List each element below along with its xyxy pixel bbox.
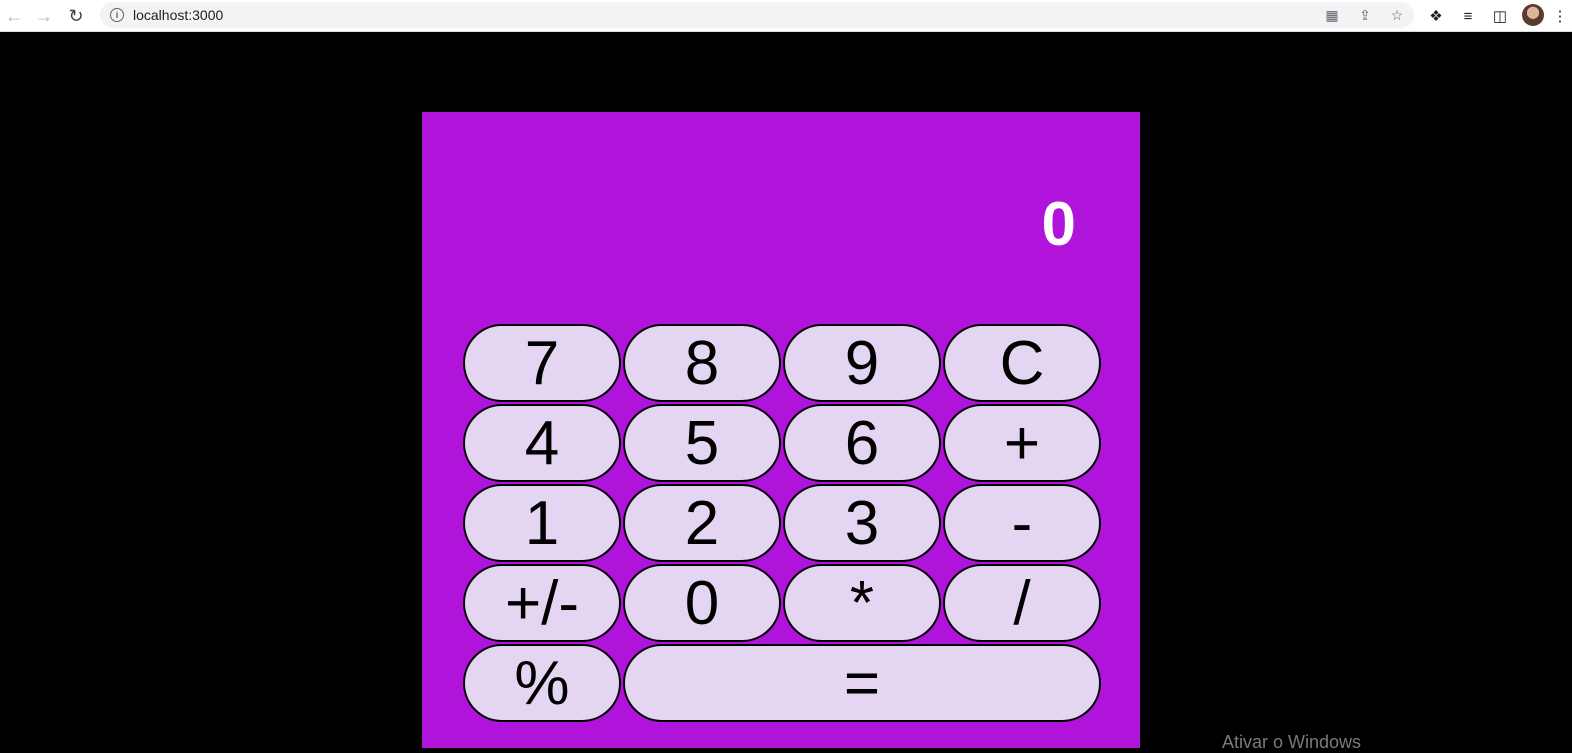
key-9[interactable]: 9 — [783, 324, 941, 402]
url-text[interactable]: localhost:3000 — [133, 7, 223, 23]
key-7[interactable]: 7 — [463, 324, 621, 402]
key-0[interactable]: 0 — [623, 564, 781, 642]
star-icon[interactable]: ☆ — [1387, 5, 1407, 25]
calculator-display: 0 — [1041, 190, 1076, 259]
key-6[interactable]: 6 — [783, 404, 941, 482]
avatar[interactable] — [1522, 4, 1544, 26]
percent-button[interactable]: % — [463, 644, 621, 722]
keypad: 7 8 9 C 4 5 6 +1 2 3- +/- 0 * /% = — [462, 324, 1102, 724]
translate-icon[interactable]: ▦ — [1322, 5, 1342, 25]
reload-icon[interactable]: ↻ — [64, 4, 88, 28]
side-panel-icon[interactable]: ◫ — [1488, 4, 1512, 28]
clear-button[interactable]: C — [943, 324, 1101, 402]
puzzle-icon[interactable]: ❖ — [1424, 4, 1448, 28]
info-icon[interactable]: i — [110, 8, 124, 22]
sign-toggle-button[interactable]: +/- — [463, 564, 621, 642]
key-5[interactable]: 5 — [623, 404, 781, 482]
key-8[interactable]: 8 — [623, 324, 781, 402]
key-1[interactable]: 1 — [463, 484, 621, 562]
browser-toolbar: ← → ↻ i localhost:3000 ▦ ⇪ ☆ ❖ ≡ ◫ ⋮ — [0, 0, 1572, 32]
calculator: 0 7 8 9 C 4 5 6 +1 2 3- +/- 0 * /% = — [422, 112, 1140, 748]
equals-button[interactable]: = — [623, 644, 1101, 722]
back-arrow-icon[interactable]: ← — [2, 4, 26, 28]
divide-button[interactable]: / — [943, 564, 1101, 642]
forward-arrow-icon[interactable]: → — [32, 4, 56, 28]
reading-list-icon[interactable]: ≡ — [1456, 4, 1480, 28]
address-bar[interactable]: i localhost:3000 ▦ ⇪ ☆ — [100, 2, 1414, 28]
plus-button[interactable]: + — [943, 404, 1101, 482]
kebab-menu-icon[interactable]: ⋮ — [1552, 4, 1568, 28]
minus-button[interactable]: - — [943, 484, 1101, 562]
windows-activation-watermark: Ativar o Windows — [1222, 732, 1362, 752]
multiply-button[interactable]: * — [783, 564, 941, 642]
key-3[interactable]: 3 — [783, 484, 941, 562]
key-2[interactable]: 2 — [623, 484, 781, 562]
share-icon[interactable]: ⇪ — [1355, 5, 1375, 25]
key-4[interactable]: 4 — [463, 404, 621, 482]
